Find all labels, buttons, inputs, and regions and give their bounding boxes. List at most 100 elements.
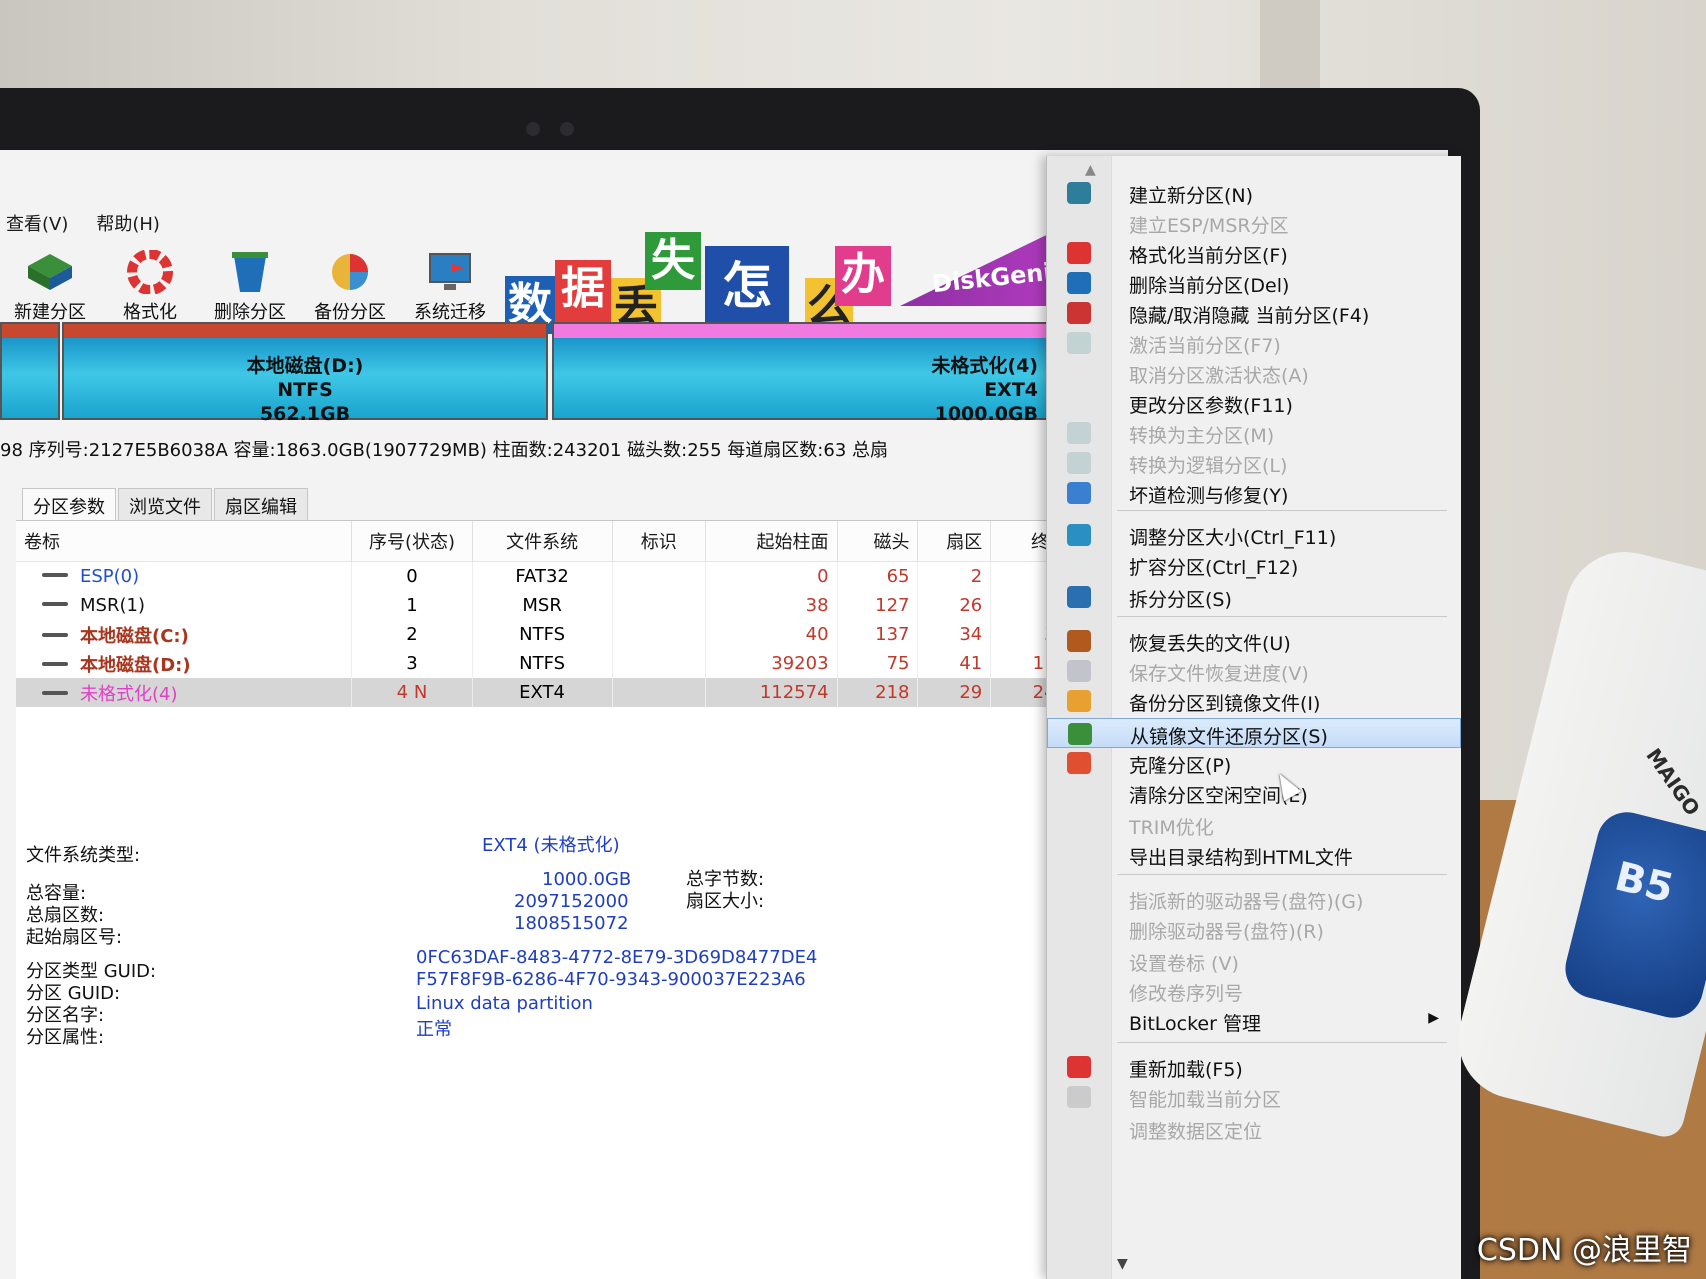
- column-header[interactable]: 序号(状态): [351, 521, 473, 562]
- start-sector-value: 1808515072: [514, 913, 629, 934]
- tab-sector-edit[interactable]: 扇区编辑: [214, 488, 308, 523]
- toolbar-backup-partition-button[interactable]: 备份分区: [300, 242, 400, 332]
- webcam: [560, 122, 574, 136]
- menu-item-label: 转换为主分区(M): [1129, 425, 1275, 447]
- menu-item-label: 删除当前分区(Del): [1129, 275, 1290, 297]
- segment-fs: EXT4: [984, 379, 1038, 401]
- column-header[interactable]: 磁头: [837, 521, 919, 562]
- menu-item-label: 备份分区到镜像文件(I): [1129, 693, 1321, 715]
- scroll-up-arrow-icon[interactable]: ▲: [1085, 162, 1096, 178]
- cell: [612, 620, 706, 649]
- menu-item[interactable]: 转换为主分区(M): [1047, 418, 1461, 448]
- resize-icon: [1067, 524, 1091, 546]
- menu-item[interactable]: 备份分区到镜像文件(I): [1047, 686, 1461, 716]
- fs-type-label: 文件系统类型:: [26, 845, 141, 866]
- menu-item-label: 格式化当前分区(F): [1129, 245, 1288, 267]
- menu-item[interactable]: 重新加载(F5): [1047, 1052, 1461, 1082]
- cell: 127: [837, 591, 919, 620]
- cell: [612, 649, 706, 678]
- toolbar-system-migrate-button[interactable]: 系统迁移: [400, 242, 500, 332]
- cell: 34: [917, 620, 992, 649]
- menu-item-label: 重新加载(F5): [1129, 1059, 1243, 1081]
- banner-char: 办: [835, 246, 891, 306]
- table-row[interactable]: MSR(1) 1 MSR 38 127 26: [16, 591, 1076, 620]
- cell: 75: [837, 649, 919, 678]
- menu-item[interactable]: 拆分分区(S): [1047, 582, 1461, 612]
- menu-separator: [1117, 1042, 1447, 1043]
- menu-item-label: 智能加载当前分区: [1129, 1089, 1282, 1111]
- menu-item[interactable]: 设置卷标 (V): [1047, 946, 1461, 976]
- menu-item[interactable]: 建立ESP/MSR分区: [1047, 208, 1461, 238]
- menu-item[interactable]: 删除当前分区(Del): [1047, 268, 1461, 298]
- menu-item[interactable]: 格式化当前分区(F): [1047, 238, 1461, 268]
- table-row[interactable]: 本地磁盘(C:) 2 NTFS 40 137 34 39: [16, 620, 1076, 649]
- table-row[interactable]: ESP(0) 0 FAT32 0 65 2: [16, 561, 1076, 591]
- partition-context-menu: ▲ 建立新分区(N) 建立ESP/MSR分区格式化当前分区(F) 删除当前分区(De…: [1046, 156, 1461, 1279]
- cell: 4 N: [351, 678, 473, 707]
- menu-item[interactable]: 转换为逻辑分区(L): [1047, 448, 1461, 478]
- menu-item[interactable]: 隐藏/取消隐藏 当前分区(F4): [1047, 298, 1461, 328]
- menu-item[interactable]: 智能加载当前分区: [1047, 1082, 1461, 1112]
- menu-item[interactable]: 激活当前分区(F7): [1047, 328, 1461, 358]
- menu-view[interactable]: 查看(V): [6, 210, 68, 236]
- menu-item[interactable]: 调整数据区定位: [1047, 1114, 1461, 1144]
- table-row-selected[interactable]: 未格式化(4) 4 N EXT4 112574 218 29 243: [16, 678, 1076, 707]
- tab-bar: 分区参数 浏览文件 扇区编辑: [22, 488, 308, 523]
- menu-item[interactable]: 建立新分区(N): [1047, 178, 1461, 208]
- cell: 218: [837, 678, 919, 707]
- segment-size: 1000.0GB: [934, 403, 1038, 425]
- menu-item[interactable]: 保存文件恢复进度(V): [1047, 656, 1461, 686]
- partition-segment-d[interactable]: 本地磁盘(D:) NTFS 562.1GB: [62, 322, 548, 425]
- menu-item[interactable]: 从镜像文件还原分区(S): [1047, 718, 1461, 748]
- toolbar-label: 新建分区: [14, 302, 86, 323]
- menu-item[interactable]: 取消分区激活状态(A): [1047, 358, 1461, 388]
- menu-item[interactable]: 删除驱动器号(盘符)(R): [1047, 914, 1461, 944]
- smart-load-icon: [1067, 1086, 1091, 1108]
- part-attr-value: 正常: [416, 1019, 452, 1040]
- column-header[interactable]: 文件系统: [472, 521, 613, 562]
- menu-item[interactable]: 清除分区空闲空间(E): [1047, 778, 1461, 808]
- menu-item[interactable]: 更改分区参数(F11): [1047, 388, 1461, 418]
- menu-item[interactable]: 扩容分区(Ctrl_F12): [1047, 550, 1461, 580]
- convert-primary-icon: [1067, 422, 1091, 444]
- menu-item[interactable]: 导出目录结构到HTML文件: [1047, 840, 1461, 870]
- start-sector-label: 起始扇区号:: [26, 927, 123, 948]
- banner-char: 怎: [705, 246, 789, 326]
- table-row[interactable]: 本地磁盘(D:) 3 NTFS 39203 75 41 112: [16, 649, 1076, 678]
- menu-item[interactable]: BitLocker 管理 ▶: [1047, 1006, 1461, 1036]
- cell: 41: [917, 649, 992, 678]
- scroll-down-arrow-icon[interactable]: ▼: [1117, 1256, 1128, 1272]
- toolbar-new-partition-button[interactable]: 新建分区: [0, 242, 100, 332]
- restore-image-icon: [1068, 723, 1092, 745]
- column-header[interactable]: 起始柱面: [705, 521, 838, 562]
- menu-help[interactable]: 帮助(H): [96, 210, 160, 236]
- new-partition-icon: [1067, 182, 1091, 204]
- delete-icon: [1067, 272, 1091, 294]
- reload-icon: [1067, 1056, 1091, 1078]
- tab-browse-files[interactable]: 浏览文件: [118, 488, 212, 523]
- menu-item-label: 删除驱动器号(盘符)(R): [1129, 921, 1324, 943]
- menu-item[interactable]: 克隆分区(P): [1047, 748, 1461, 778]
- menu-item[interactable]: 坏道检测与修复(Y): [1047, 478, 1461, 508]
- tab-partition-params[interactable]: 分区参数: [22, 488, 116, 523]
- menu-item[interactable]: 恢复丢失的文件(U): [1047, 626, 1461, 656]
- column-header[interactable]: 扇区: [917, 521, 992, 562]
- menu-item[interactable]: 指派新的驱动器号(盘符)(G): [1047, 884, 1461, 914]
- menu-item[interactable]: TRIM优化: [1047, 810, 1461, 840]
- menu-separator: [1117, 616, 1447, 617]
- toolbar-format-button[interactable]: 格式化: [100, 242, 200, 332]
- column-header[interactable]: 卷标: [16, 521, 353, 562]
- partition-icon: [42, 602, 68, 606]
- segment-name: 未格式化(4): [931, 355, 1038, 377]
- partition-segment-unformatted[interactable]: 未格式化(4) EXT4 1000.0GB: [552, 322, 1060, 425]
- menu-item-label: 激活当前分区(F7): [1129, 335, 1281, 357]
- delete-partition-icon: [232, 252, 268, 292]
- menu-item-label: 修改卷序列号: [1129, 983, 1244, 1005]
- menu-separator: [1117, 874, 1447, 875]
- column-header[interactable]: 标识: [612, 521, 706, 562]
- toolbar-delete-partition-button[interactable]: 删除分区: [200, 242, 300, 332]
- partition-segment-c[interactable]: [0, 322, 60, 420]
- menu-item[interactable]: 修改卷序列号: [1047, 976, 1461, 1006]
- part-guid-value: F57F8F9B-6286-4F70-9343-900037E223A6: [416, 969, 806, 990]
- menu-item[interactable]: 调整分区大小(Ctrl_F11): [1047, 520, 1461, 550]
